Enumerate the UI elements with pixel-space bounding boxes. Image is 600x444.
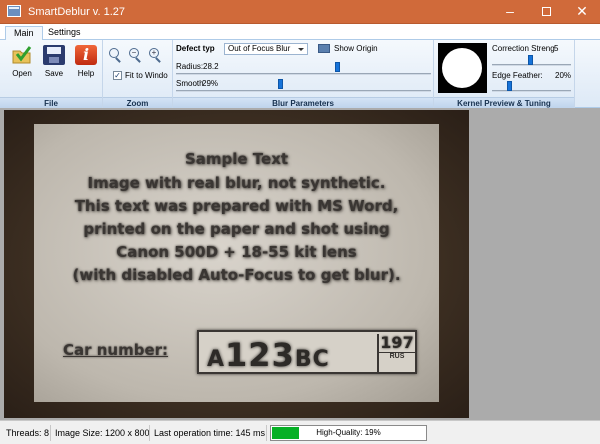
fit-to-window-label: Fit to Windo xyxy=(125,71,168,80)
title-bar: SmartDeblur v. 1.27 – ✕ xyxy=(0,0,600,24)
paper-sheet: Sample Text Image with real blur, not sy… xyxy=(34,124,439,402)
ribbon: Open Save i Help File − + ✓ Fit to Windo… xyxy=(0,40,600,108)
open-button[interactable]: Open xyxy=(8,45,36,78)
smooth-label: Smooth xyxy=(176,79,204,88)
edge-feather-slider-track[interactable] xyxy=(492,90,571,92)
radius-slider-track[interactable] xyxy=(176,73,431,75)
text-line: (with disabled Auto-Focus to get blur). xyxy=(72,266,401,284)
zoom-group: − + ✓ Fit to Windo Zoom xyxy=(103,40,173,108)
help-button[interactable]: i Help xyxy=(72,45,100,78)
zoom-icon xyxy=(109,48,119,58)
quality-progress-bar: High-Quality: 19% xyxy=(270,425,427,441)
help-icon: i xyxy=(75,45,97,65)
save-icon xyxy=(43,45,65,65)
plate-region-code: 197 xyxy=(379,333,415,353)
maximize-icon xyxy=(541,6,551,16)
quality-progress-label: High-Quality: 19% xyxy=(316,428,381,437)
zoom-in-icon: + xyxy=(149,48,159,58)
open-icon xyxy=(11,45,33,65)
deblurred-photo: Sample Text Image with real blur, not sy… xyxy=(4,110,469,418)
license-plate: A123BC 197 RUS xyxy=(197,330,417,374)
defect-type-value: Out of Focus Blur xyxy=(228,44,291,53)
zoom-out-icon: − xyxy=(129,48,139,58)
edge-feather-slider-thumb[interactable] xyxy=(507,81,512,91)
zoom-fit-button[interactable] xyxy=(109,48,123,63)
fit-to-window-checkbox[interactable]: ✓ xyxy=(113,71,122,80)
close-button[interactable]: ✕ xyxy=(564,0,600,24)
plate-region: 197 RUS xyxy=(377,334,415,372)
smooth-value: 29% xyxy=(202,79,219,88)
defect-type-label: Defect typ xyxy=(176,44,215,53)
threads-status: Threads: 8 xyxy=(6,428,50,438)
maximize-button[interactable] xyxy=(528,0,564,24)
text-line-title: Sample Text xyxy=(184,150,289,168)
car-number-label: Car number: xyxy=(63,341,169,359)
plate-number: A123BC xyxy=(207,336,330,374)
edge-feather-value: 20% xyxy=(555,71,572,80)
zoom-out-button[interactable]: − xyxy=(129,48,143,63)
show-origin-button[interactable]: Show Origin xyxy=(334,44,378,53)
tab-settings[interactable]: Settings xyxy=(40,26,89,40)
correction-strength-value: 5 xyxy=(554,44,559,53)
file-group-label: File xyxy=(0,97,102,108)
minimize-button[interactable]: – xyxy=(492,0,528,24)
help-label: Help xyxy=(77,69,95,78)
last-operation-status: Last operation time: 145 ms xyxy=(154,428,266,438)
smooth-slider-track[interactable] xyxy=(176,90,431,92)
kernel-preview[interactable] xyxy=(438,43,487,93)
edge-feather-label: Edge Feather: xyxy=(492,71,543,80)
open-label: Open xyxy=(12,69,32,78)
radius-slider-thumb[interactable] xyxy=(335,62,340,72)
app-icon xyxy=(7,5,21,17)
blur-parameters-group: Defect typ Out of Focus Blur Show Origin… xyxy=(173,40,434,108)
tab-main[interactable]: Main xyxy=(5,26,43,40)
correction-strength-label: Correction Streng xyxy=(492,44,555,53)
radius-value: 28.2 xyxy=(203,62,219,71)
plate-country: RUS xyxy=(389,353,405,360)
zoom-in-button[interactable]: + xyxy=(149,48,163,63)
image-viewport[interactable]: Sample Text Image with real blur, not sy… xyxy=(0,108,600,420)
zoom-group-label: Zoom xyxy=(103,97,172,108)
text-line: Image with real blur, not synthetic. xyxy=(87,174,386,192)
defect-type-dropdown[interactable]: Out of Focus Blur xyxy=(224,43,308,55)
ribbon-tabstrip: Main Settings xyxy=(0,24,600,40)
text-line: printed on the paper and shot using xyxy=(83,220,390,238)
save-button[interactable]: Save xyxy=(40,45,68,78)
text-line: Canon 500D + 18-55 kit lens xyxy=(116,243,357,261)
text-line: This text was prepared with MS Word, xyxy=(74,197,399,215)
blur-parameters-group-label: Blur Parameters xyxy=(173,97,433,108)
image-size-status: Image Size: 1200 x 800 xyxy=(55,428,150,438)
status-bar: Threads: 8 Image Size: 1200 x 800 Last o… xyxy=(0,420,600,444)
correction-slider-thumb[interactable] xyxy=(528,55,533,65)
kernel-disc xyxy=(442,48,482,88)
smooth-slider-thumb[interactable] xyxy=(278,79,283,89)
kernel-group-label: Kernel Preview & Tuning xyxy=(434,97,574,108)
radius-label: Radius: xyxy=(176,62,204,71)
file-group: Open Save i Help File xyxy=(0,40,103,108)
save-label: Save xyxy=(44,69,64,78)
chevron-down-icon xyxy=(298,48,304,51)
image-icon xyxy=(318,44,330,53)
window-title: SmartDeblur v. 1.27 xyxy=(28,6,126,18)
